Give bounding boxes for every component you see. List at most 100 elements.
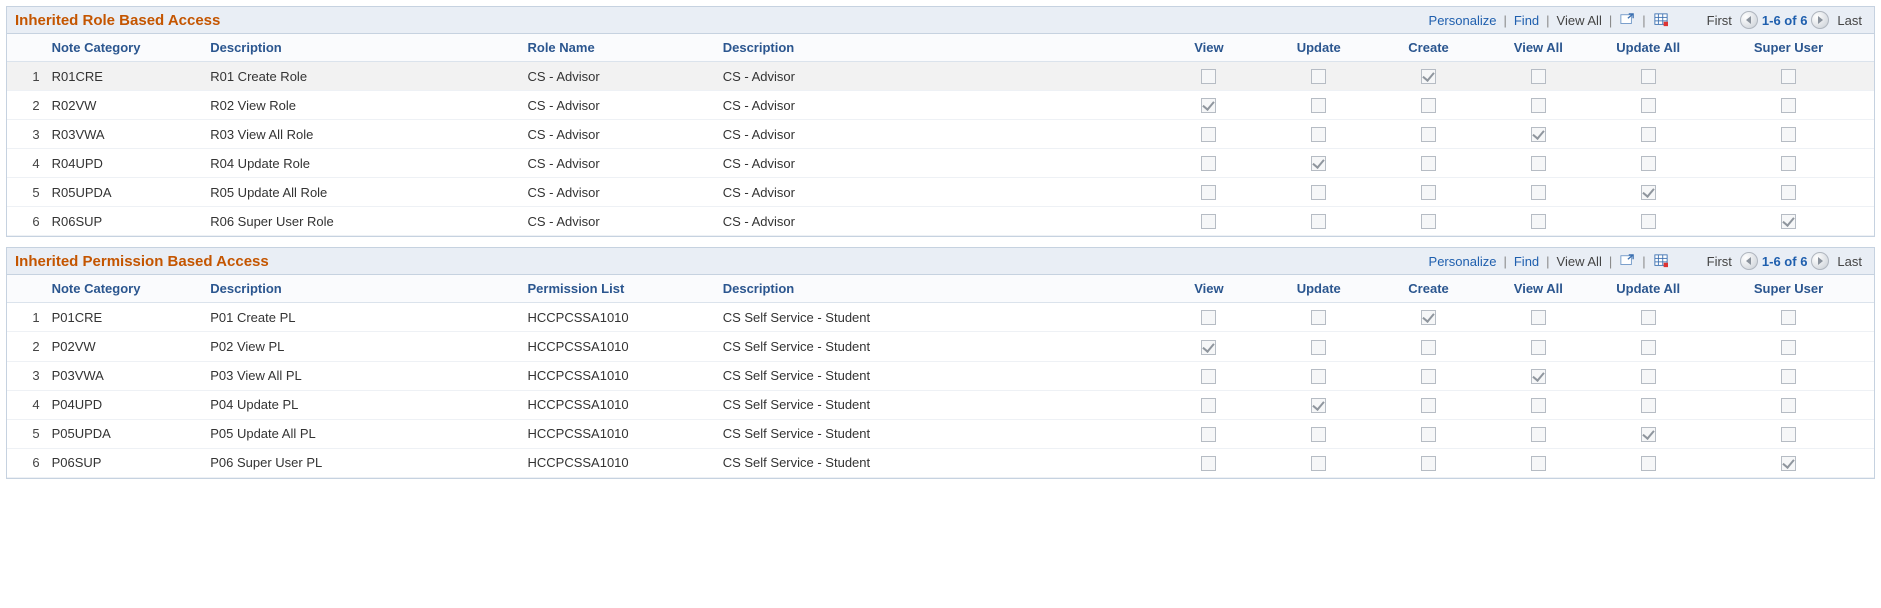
cell-checkbox — [1374, 303, 1484, 332]
nav-prev-icon[interactable] — [1740, 252, 1758, 270]
update-all-checkbox — [1641, 185, 1656, 200]
personalize-link[interactable]: Personalize — [1427, 13, 1499, 28]
column-header[interactable]: Note Category — [44, 275, 203, 303]
find-link[interactable]: Find — [1512, 13, 1541, 28]
column-header[interactable]: View All — [1483, 275, 1593, 303]
column-header[interactable]: Create — [1374, 34, 1484, 62]
super-user-checkbox — [1781, 369, 1796, 384]
zoom-icon[interactable] — [1618, 12, 1636, 28]
table-row: 3R03VWAR03 View All RoleCS - AdvisorCS -… — [7, 120, 1874, 149]
cell-checkbox — [1593, 207, 1703, 236]
cell-checkbox — [1593, 120, 1703, 149]
view-checkbox — [1201, 98, 1216, 113]
cell-checkbox — [1154, 149, 1264, 178]
column-header[interactable]: Note Category — [44, 34, 203, 62]
cell-checkbox — [1154, 120, 1264, 149]
nav-last-label[interactable]: Last — [1833, 254, 1866, 269]
column-header[interactable]: Description — [202, 275, 519, 303]
cell-checkbox — [1593, 361, 1703, 390]
cell-checkbox — [1264, 62, 1374, 91]
cell-checkbox — [1483, 390, 1593, 419]
find-link[interactable]: Find — [1512, 254, 1541, 269]
download-excel-icon[interactable] — [1652, 12, 1670, 28]
cell-checkbox — [1703, 303, 1874, 332]
cell-checkbox — [1703, 178, 1874, 207]
view-all-checkbox — [1531, 398, 1546, 413]
column-header[interactable]: Super User — [1703, 34, 1874, 62]
cell-d1: P06 Super User PL — [202, 448, 519, 477]
cell-d2: CS Self Service - Student — [715, 390, 1154, 419]
update-all-checkbox — [1641, 456, 1656, 471]
nav-prev-icon[interactable] — [1740, 11, 1758, 29]
cell-checkbox — [1483, 303, 1593, 332]
nav-next-icon[interactable] — [1811, 252, 1829, 270]
column-header[interactable]: View — [1154, 275, 1264, 303]
zoom-icon[interactable] — [1618, 253, 1636, 269]
column-header[interactable]: Update All — [1593, 275, 1703, 303]
cell-checkbox — [1703, 91, 1874, 120]
nav-range: 1-6 of 6 — [1762, 13, 1808, 28]
column-header[interactable]: Role Name — [519, 34, 714, 62]
row-number: 5 — [7, 419, 44, 448]
column-header[interactable]: Create — [1374, 275, 1484, 303]
nav-first-label[interactable]: First — [1703, 13, 1736, 28]
cell-checkbox — [1264, 91, 1374, 120]
cell-d1: P03 View All PL — [202, 361, 519, 390]
column-header[interactable]: Description — [715, 275, 1154, 303]
cell-checkbox — [1593, 303, 1703, 332]
create-checkbox — [1421, 69, 1436, 84]
cell-d2: CS - Advisor — [715, 207, 1154, 236]
viewall-link[interactable]: View All — [1555, 13, 1604, 28]
cell-d2: CS Self Service - Student — [715, 303, 1154, 332]
cell-checkbox — [1593, 178, 1703, 207]
personalize-link[interactable]: Personalize — [1427, 254, 1499, 269]
cell-checkbox — [1264, 149, 1374, 178]
download-excel-icon[interactable] — [1652, 253, 1670, 269]
update-checkbox — [1311, 310, 1326, 325]
create-checkbox — [1421, 127, 1436, 142]
column-header[interactable]: View All — [1483, 34, 1593, 62]
viewall-link[interactable]: View All — [1555, 254, 1604, 269]
cell-cat: P02VW — [44, 332, 203, 361]
data-table: Note CategoryDescriptionPermission ListD… — [7, 275, 1874, 477]
cell-checkbox — [1374, 149, 1484, 178]
table-row: 4P04UPDP04 Update PLHCCPCSSA1010CS Self … — [7, 390, 1874, 419]
column-header[interactable]: Super User — [1703, 275, 1874, 303]
cell-d2: CS - Advisor — [715, 149, 1154, 178]
row-number: 1 — [7, 62, 44, 91]
grid-header: Inherited Role Based AccessPersonalize|F… — [7, 7, 1874, 34]
view-all-checkbox — [1531, 369, 1546, 384]
role-access-grid: Inherited Role Based AccessPersonalize|F… — [6, 6, 1875, 237]
cell-checkbox — [1264, 390, 1374, 419]
cell-checkbox — [1703, 149, 1874, 178]
super-user-checkbox — [1781, 340, 1796, 355]
cell-checkbox — [1483, 207, 1593, 236]
column-header[interactable]: View — [1154, 34, 1264, 62]
view-all-checkbox — [1531, 98, 1546, 113]
separator: | — [1500, 13, 1509, 28]
view-checkbox — [1201, 369, 1216, 384]
column-header[interactable]: Update — [1264, 275, 1374, 303]
nav-first-label[interactable]: First — [1703, 254, 1736, 269]
grid-header: Inherited Permission Based AccessPersona… — [7, 248, 1874, 275]
update-all-checkbox — [1641, 340, 1656, 355]
column-header[interactable]: Update All — [1593, 34, 1703, 62]
cell-d2: CS Self Service - Student — [715, 419, 1154, 448]
column-header[interactable]: Permission List — [519, 275, 714, 303]
cell-checkbox — [1703, 361, 1874, 390]
update-all-checkbox — [1641, 98, 1656, 113]
nav-last-label[interactable]: Last — [1833, 13, 1866, 28]
column-header[interactable]: Description — [202, 34, 519, 62]
cell-rp: CS - Advisor — [519, 149, 714, 178]
column-header[interactable]: Update — [1264, 34, 1374, 62]
row-number: 3 — [7, 361, 44, 390]
row-number: 6 — [7, 448, 44, 477]
cell-d1: P02 View PL — [202, 332, 519, 361]
update-checkbox — [1311, 185, 1326, 200]
cell-cat: R02VW — [44, 91, 203, 120]
cell-checkbox — [1593, 332, 1703, 361]
nav-next-icon[interactable] — [1811, 11, 1829, 29]
column-header[interactable]: Description — [715, 34, 1154, 62]
cell-checkbox — [1154, 448, 1264, 477]
create-checkbox — [1421, 369, 1436, 384]
